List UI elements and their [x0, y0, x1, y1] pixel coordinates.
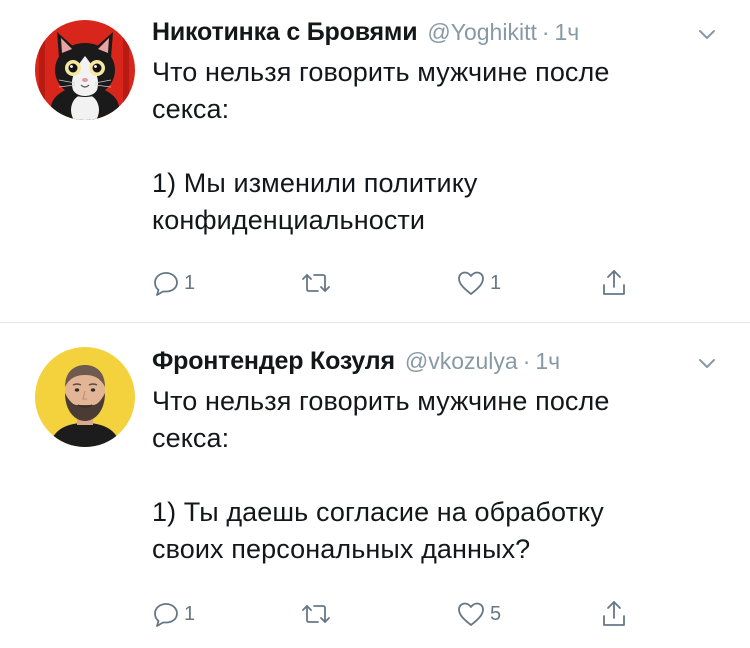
chevron-down-icon: [699, 359, 715, 368]
timestamp[interactable]: 1ч: [555, 19, 580, 46]
like-count: 1: [490, 271, 502, 294]
retweet-icon: [302, 605, 330, 623]
cat-avatar-icon: [35, 20, 135, 120]
share-button[interactable]: [600, 597, 628, 631]
tweet-menu-button[interactable]: [694, 351, 720, 377]
chevron-down-icon: [699, 30, 715, 39]
tweet-text: Что нельзя говорить мужчине после секса:…: [152, 57, 610, 235]
tweet-menu-button[interactable]: [694, 22, 720, 48]
heart-icon: [458, 602, 484, 626]
tweet-feed: Никотинка с Бровями @Yoghikitt · 1ч Что …: [0, 0, 750, 645]
tweet-content: Фронтендер Козуля @vkozulya · 1ч Что нел…: [152, 347, 720, 627]
retweet-button[interactable]: [300, 266, 336, 300]
author-handle[interactable]: @Yoghikitt: [427, 19, 536, 46]
tweet-content: Никотинка с Бровями @Yoghikitt · 1ч Что …: [152, 18, 720, 296]
tweet[interactable]: Фронтендер Козуля @vkozulya · 1ч Что нел…: [0, 323, 750, 645]
like-count: 5: [490, 602, 502, 625]
like-button[interactable]: 5: [456, 597, 501, 631]
avatar[interactable]: [35, 20, 135, 120]
tweet-header: Фронтендер Козуля @vkozulya · 1ч: [152, 347, 720, 383]
bearded-man-avatar-icon: [35, 347, 135, 447]
timestamp[interactable]: 1ч: [535, 348, 560, 375]
reply-button[interactable]: 1: [152, 266, 195, 300]
tweet-text: Что нельзя говорить мужчине после секса:…: [152, 386, 610, 564]
retweet-icon: [302, 274, 330, 292]
share-icon: [603, 270, 625, 295]
heart-icon: [458, 271, 484, 295]
share-button[interactable]: [600, 266, 628, 300]
retweet-button[interactable]: [300, 597, 336, 631]
reply-count: 1: [184, 271, 196, 294]
separator: ·: [522, 348, 531, 374]
reply-button[interactable]: 1: [152, 597, 195, 631]
reply-icon: [154, 603, 178, 627]
tweet[interactable]: Никотинка с Бровями @Yoghikitt · 1ч Что …: [0, 0, 750, 322]
author-handle[interactable]: @vkozulya: [405, 348, 518, 375]
tweet-actions: 1 1: [152, 266, 632, 300]
separator: ·: [541, 19, 550, 45]
avatar[interactable]: [35, 347, 135, 447]
author-name[interactable]: Фронтендер Козуля: [152, 347, 395, 376]
tweet-header: Никотинка с Бровями @Yoghikitt · 1ч: [152, 18, 720, 54]
reply-count: 1: [184, 602, 196, 625]
tweet-actions: 1 5: [152, 597, 632, 631]
share-icon: [603, 601, 625, 626]
reply-icon: [154, 272, 178, 296]
author-name[interactable]: Никотинка с Бровями: [152, 18, 418, 47]
like-button[interactable]: 1: [456, 266, 501, 300]
